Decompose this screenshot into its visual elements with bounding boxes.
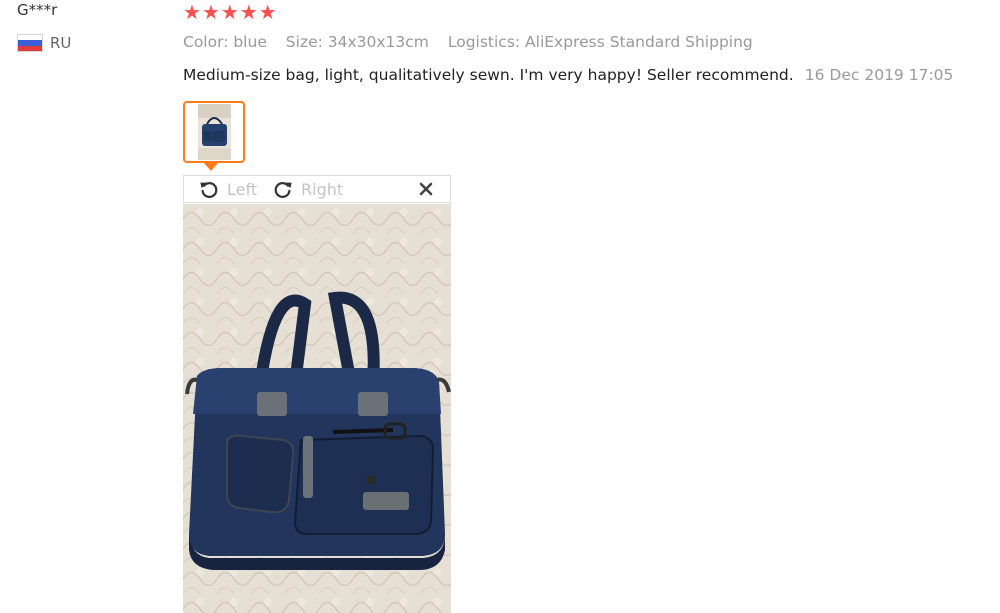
star-rating: ★ ★ ★ ★ ★ [183,2,277,22]
order-color: Color: blue [183,33,267,51]
rotate-left-label: Left [227,179,258,199]
russia-flag-icon [17,34,43,52]
star-icon: ★ [239,0,258,24]
star-icon: ★ [201,0,220,24]
review-date: 16 Dec 2019 17:05 [804,66,954,84]
order-size: Size: 34x30x13cm [285,33,429,51]
review-photo-large [183,204,451,613]
reviewer-country: RU [17,34,71,52]
rotate-right-icon [274,182,292,198]
reviewer-name: G***r [17,1,58,19]
order-info: Color: blue Size: 34x30x13cm Logistics: … [183,33,767,51]
star-icon: ★ [258,0,277,24]
star-icon: ★ [183,0,201,24]
rotate-right-label: Right [301,179,344,199]
review-item: G***r RU ★ ★ ★ ★ ★ Color: blue Size: 34x… [0,0,1000,613]
close-viewer-button[interactable] [418,181,434,197]
star-icon: ★ [220,0,239,24]
rotate-right-button[interactable]: Right [272,178,343,200]
rotate-left-button[interactable]: Left [198,178,257,200]
review-text: Medium-size bag, light, qualitatively se… [183,66,794,84]
thumbnail-image [197,104,231,160]
review-content: Medium-size bag, light, qualitatively se… [183,65,953,84]
close-icon [419,182,433,196]
country-code: RU [50,34,72,52]
review-photo-thumbnail[interactable] [183,101,245,163]
thumbnail-selected-pointer [204,163,218,171]
image-viewer-toolbar: Left Right [183,175,451,203]
rotate-left-icon [200,182,218,198]
order-logistics: Logistics: AliExpress Standard Shipping [447,33,753,51]
